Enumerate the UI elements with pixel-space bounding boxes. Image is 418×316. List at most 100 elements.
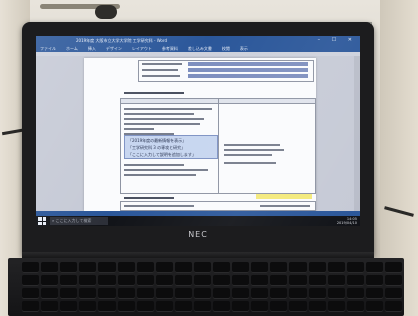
keyboard-key	[346, 262, 364, 273]
keyboard-key	[22, 262, 40, 273]
ribbon-tab[interactable]: レイアウト	[132, 45, 152, 52]
section-heading	[124, 92, 184, 94]
keyboard-key	[136, 288, 154, 299]
keyboard-key	[60, 301, 78, 312]
keyboard-key	[384, 275, 402, 286]
keyboard-key	[365, 301, 383, 312]
keyboard-key	[79, 262, 97, 273]
text-line	[142, 63, 182, 65]
keyboard-key	[232, 262, 250, 273]
ribbon-tab[interactable]: 表示	[240, 45, 248, 52]
keyboard-key	[327, 301, 345, 312]
highlight-row	[188, 68, 308, 72]
taskbar-clock[interactable]: 14:05 2019/04/10	[337, 217, 357, 225]
keyboard-key	[41, 262, 59, 273]
keyboard-key	[193, 262, 211, 273]
popup-line: 「工学研究科 3 の専攻と研究」	[128, 145, 186, 150]
keyboard-key	[136, 262, 154, 273]
keyboard-key	[289, 288, 307, 299]
keyboard-key	[98, 275, 116, 286]
word-titlebar: 2019年度 大阪市立大学大学院 工学研究科 - Word – ☐ ✕	[36, 36, 360, 45]
keyboard-key	[117, 301, 135, 312]
taskbar-search-input[interactable]: ⌕ ここに入力して検索	[50, 217, 108, 225]
text-line	[124, 128, 154, 130]
popup-line: 「2019年度の最新情報を表示」	[128, 138, 187, 143]
window-controls[interactable]: – ☐ ✕	[318, 36, 357, 45]
text-line	[124, 108, 212, 110]
keyboard-key	[193, 301, 211, 312]
keyboard-key	[327, 288, 345, 299]
ribbon-tab[interactable]: 差し込み文書	[188, 45, 212, 52]
keyboard-key	[251, 288, 269, 299]
keyboard-key	[270, 288, 288, 299]
ribbon-tab[interactable]: ホーム	[66, 45, 78, 52]
keyboard-key	[327, 262, 345, 273]
ribbon-tab[interactable]: 参考資料	[162, 45, 178, 52]
keyboard-key	[327, 275, 345, 286]
column-divider	[218, 99, 219, 194]
text-line	[124, 118, 204, 120]
keyboard-key	[289, 275, 307, 286]
ribbon-tab[interactable]: 校閲	[222, 45, 230, 52]
keyboard-key	[174, 262, 192, 273]
text-line	[260, 205, 310, 207]
keyboard-key	[41, 288, 59, 299]
keyboard-key	[193, 288, 211, 299]
comment-popup[interactable]: 「2019年度の最新情報を表示」 「工学研究科 3 の専攻と研究」 「ここに入力…	[124, 135, 218, 159]
keyboard-key	[232, 301, 250, 312]
keyboard-key	[155, 301, 173, 312]
keyboard-key	[41, 275, 59, 286]
keyboard-key	[213, 301, 231, 312]
keyboard-key	[308, 275, 326, 286]
keyboard-key	[155, 262, 173, 273]
text-line	[224, 154, 272, 156]
keyboard-key	[155, 288, 173, 299]
clock-date: 2019/04/10	[336, 221, 357, 225]
text-line	[142, 75, 180, 77]
keyboard-key	[308, 288, 326, 299]
text-line	[124, 113, 194, 115]
text-line	[224, 144, 280, 146]
keyboard-key	[251, 262, 269, 273]
keyboard-key	[22, 301, 40, 312]
keyboard-key	[232, 288, 250, 299]
keyboard-key	[136, 301, 154, 312]
keyboard-key	[98, 288, 116, 299]
keyboard-key	[384, 301, 402, 312]
keyboard-key	[365, 288, 383, 299]
keyboard-key	[384, 288, 402, 299]
vertical-scrollbar[interactable]	[354, 56, 360, 211]
keyboard-key	[136, 275, 154, 286]
keyboard-key	[365, 262, 383, 273]
keyboard-key	[193, 275, 211, 286]
keyboard-key	[308, 262, 326, 273]
keyboard-key	[117, 275, 135, 286]
keyboard-key	[270, 275, 288, 286]
keyboard-key	[270, 301, 288, 312]
keyboard-key	[308, 301, 326, 312]
text-line	[124, 164, 184, 166]
text-line	[224, 162, 276, 164]
highlight-row	[188, 74, 308, 78]
keyboard-key	[117, 288, 135, 299]
ribbon-tab[interactable]: デザイン	[106, 45, 122, 52]
ribbon-tab[interactable]: ファイル	[40, 45, 56, 52]
keyboard-key	[213, 262, 231, 273]
text-line	[142, 69, 178, 71]
ribbon-tab[interactable]: 挿入	[88, 45, 96, 52]
search-placeholder: ここに入力して検索	[55, 218, 92, 223]
keyboard	[22, 262, 402, 316]
highlight-row	[188, 62, 308, 66]
keyboard-key	[98, 301, 116, 312]
laptop-brand-logo: NEC	[188, 230, 208, 239]
keyboard-key	[41, 301, 59, 312]
window-title: 2019年度 大阪市立大学大学院 工学研究科 - Word	[76, 38, 167, 43]
keyboard-key	[384, 262, 402, 273]
keyboard-key	[213, 288, 231, 299]
keyboard-key	[79, 275, 97, 286]
keyboard-key	[174, 288, 192, 299]
windows-start-icon[interactable]	[38, 217, 46, 225]
text-line	[124, 169, 208, 171]
keyboard-key	[22, 275, 40, 286]
text-line	[124, 174, 196, 176]
